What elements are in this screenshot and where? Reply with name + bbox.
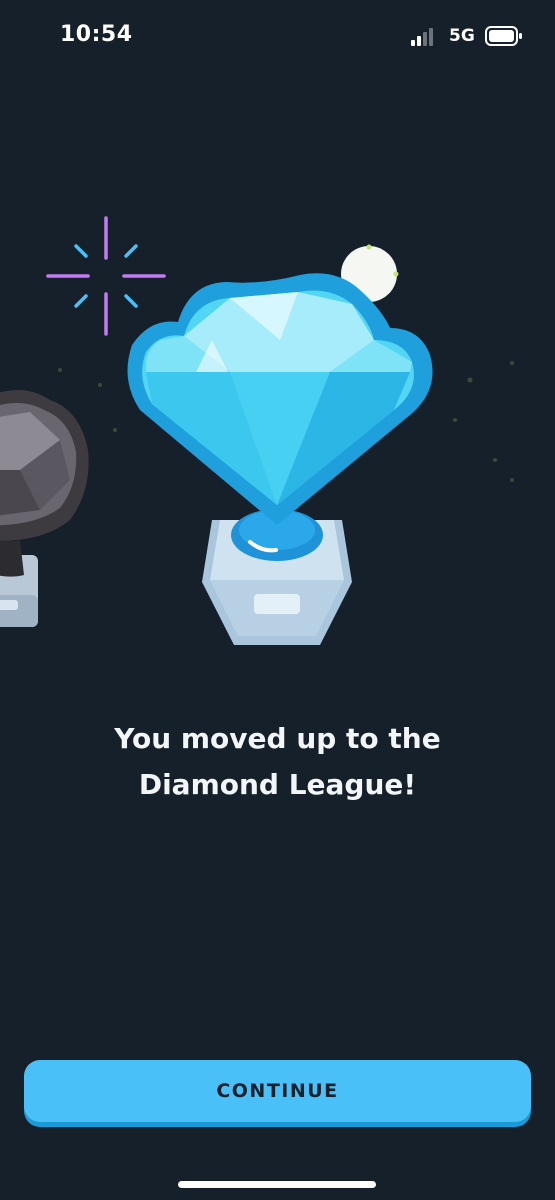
diamond-trophy-icon <box>127 273 433 645</box>
promotion-message: You moved up to the Diamond League! <box>114 722 441 801</box>
continue-button-label: CONTINUE <box>216 1080 339 1102</box>
cellular-signal-icon <box>411 28 433 46</box>
continue-button[interactable]: CONTINUE <box>24 1060 531 1122</box>
status-time: 10:54 <box>60 22 133 47</box>
obsidian-trophy-icon <box>0 390 89 627</box>
network-type-label: 5G <box>449 26 475 46</box>
status-bar: 10:54 5G <box>0 0 555 76</box>
battery-icon <box>485 26 522 46</box>
trophy-scene <box>0 216 514 645</box>
home-indicator[interactable] <box>178 1181 376 1188</box>
sparkle-icon <box>46 216 166 336</box>
